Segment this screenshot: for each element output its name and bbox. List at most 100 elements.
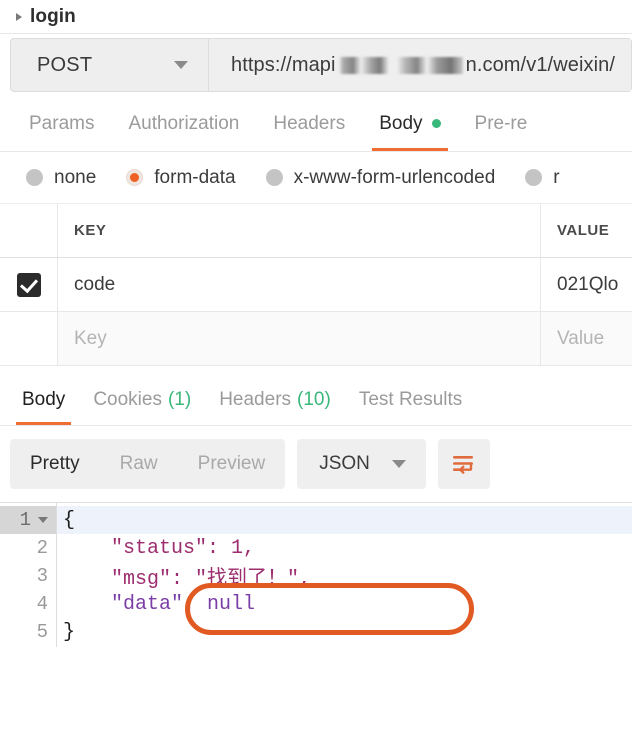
code-fold-triangle-icon[interactable] [38, 517, 48, 523]
line-number-1[interactable]: 1 [0, 506, 56, 534]
table-row: code 021Qlo [0, 258, 632, 312]
table-row-empty: Key Value [0, 312, 632, 366]
view-mode-pretty[interactable]: Pretty [10, 439, 100, 489]
code-line-5: } [57, 618, 632, 646]
response-tab-body[interactable]: Body [8, 374, 79, 425]
chevron-down-icon [392, 460, 406, 468]
view-mode-preview-label: Preview [198, 453, 266, 475]
radio-form-data-label: form-data [154, 167, 235, 189]
row-enabled-checkbox[interactable] [17, 273, 41, 297]
code-line-5-text: } [63, 621, 75, 644]
tab-pre-request-script[interactable]: Pre-re [458, 96, 545, 151]
view-mode-preview[interactable]: Preview [178, 439, 286, 489]
tab-pre-request-script-label: Pre-re [475, 113, 528, 135]
response-tab-cookies-count: (1) [168, 389, 191, 411]
line-number-4: 4 [0, 590, 56, 618]
radio-raw-circle-icon [525, 169, 542, 186]
url-prefix-text: https://mapi [231, 54, 336, 77]
line-number-3-text: 3 [37, 565, 48, 587]
url-suffix-text: n.com/v1/weixin/ [466, 54, 615, 77]
code-line-1: { [57, 506, 632, 534]
header-value-label: VALUE [557, 222, 609, 239]
code-line-3: "msg": "找到了！", [57, 562, 632, 590]
code-line-2: "status": 1, [57, 534, 632, 562]
response-tab-test-results[interactable]: Test Results [345, 374, 476, 425]
response-tab-headers-count: (10) [297, 389, 331, 411]
response-tabs: Body Cookies (1) Headers (10) Test Resul… [0, 374, 632, 426]
word-wrap-icon [451, 452, 477, 476]
line-number-1-text: 1 [20, 509, 31, 531]
code-line-1-text: { [63, 509, 75, 532]
row-value-input[interactable]: 021Qlo [540, 258, 632, 312]
row-checkbox-cell[interactable] [0, 258, 57, 312]
line-number-3: 3 [0, 562, 56, 590]
code-line-4-text: "data": null [63, 593, 255, 616]
header-checkbox-cell [0, 204, 57, 258]
word-wrap-toggle-button[interactable] [438, 439, 490, 489]
response-format-label: JSON [319, 453, 370, 475]
row-value-text: 021Qlo [557, 274, 618, 296]
response-tab-test-results-label: Test Results [359, 389, 462, 411]
response-viewer-toolbar: Pretty Raw Preview JSON [0, 426, 632, 502]
triangle-right-icon[interactable] [16, 13, 22, 21]
response-tab-cookies[interactable]: Cookies (1) [79, 374, 205, 425]
header-value-cell: VALUE [540, 204, 632, 258]
radio-urlencoded-label: x-www-form-urlencoded [294, 167, 496, 189]
line-number-2-text: 2 [37, 537, 48, 559]
header-key-cell: KEY [57, 204, 540, 258]
radio-raw[interactable]: r [525, 167, 559, 189]
tab-body[interactable]: Body [362, 96, 457, 151]
line-number-5-text: 5 [37, 621, 48, 643]
radio-form-data-circle-icon [126, 169, 143, 186]
radio-none-circle-icon [26, 169, 43, 186]
url-bar: POST https://mapi n.com/v1/weixin/ [10, 38, 632, 92]
row-key-text: code [74, 274, 115, 296]
request-name-bar: login [0, 0, 632, 34]
tab-params-label: Params [29, 113, 94, 135]
view-mode-raw-label: Raw [120, 453, 158, 475]
response-body-code-viewer[interactable]: 1 2 3 4 5 { "status": 1, [0, 502, 632, 647]
line-number-2: 2 [0, 534, 56, 562]
line-number-gutter: 1 2 3 4 5 [0, 503, 57, 647]
radio-form-data[interactable]: form-data [126, 167, 235, 189]
line-number-4-text: 4 [37, 593, 48, 615]
radio-none[interactable]: none [26, 167, 96, 189]
empty-row-key-input[interactable]: Key [57, 312, 540, 366]
tab-params[interactable]: Params [12, 96, 111, 151]
body-modified-dot-icon [432, 119, 441, 128]
http-method-dropdown[interactable]: POST [11, 39, 209, 91]
body-type-radio-group: none form-data x-www-form-urlencoded r [0, 152, 632, 204]
response-format-dropdown[interactable]: JSON [297, 439, 426, 489]
response-tab-headers[interactable]: Headers (10) [205, 374, 345, 425]
url-row: POST https://mapi n.com/v1/weixin/ [0, 34, 632, 96]
http-method-label: POST [37, 54, 92, 77]
url-input[interactable]: https://mapi n.com/v1/weixin/ [209, 39, 631, 91]
response-tab-cookies-label: Cookies [93, 389, 162, 411]
empty-row-key-placeholder: Key [74, 328, 107, 350]
url-redaction-blur [339, 57, 463, 74]
view-mode-raw[interactable]: Raw [100, 439, 178, 489]
chevron-down-icon [174, 61, 188, 69]
postman-request-response-pane: login POST https://mapin.com/v1/weixin/ … [0, 0, 632, 740]
table-header-row: KEY VALUE [0, 204, 632, 258]
request-name: login [30, 6, 76, 28]
radio-raw-label: r [553, 167, 559, 189]
tab-authorization[interactable]: Authorization [111, 96, 256, 151]
response-tab-headers-label: Headers [219, 389, 291, 411]
radio-none-label: none [54, 167, 96, 189]
view-mode-pretty-label: Pretty [30, 453, 80, 475]
code-line-4: "data": null [57, 590, 632, 618]
empty-row-value-placeholder: Value [557, 328, 604, 350]
tab-headers[interactable]: Headers [256, 96, 362, 151]
tab-body-label: Body [379, 113, 422, 135]
empty-row-value-input[interactable]: Value [540, 312, 632, 366]
response-tab-body-label: Body [22, 389, 65, 411]
code-line-2-text: "status": 1, [63, 537, 255, 560]
header-key-label: KEY [74, 222, 106, 239]
code-line-3-text: "msg": "找到了！", [63, 561, 311, 591]
request-tabs: Params Authorization Headers Body Pre-re [0, 96, 632, 152]
line-number-5: 5 [0, 618, 56, 646]
tab-headers-label: Headers [273, 113, 345, 135]
radio-x-www-form-urlencoded[interactable]: x-www-form-urlencoded [266, 167, 496, 189]
row-key-input[interactable]: code [57, 258, 540, 312]
